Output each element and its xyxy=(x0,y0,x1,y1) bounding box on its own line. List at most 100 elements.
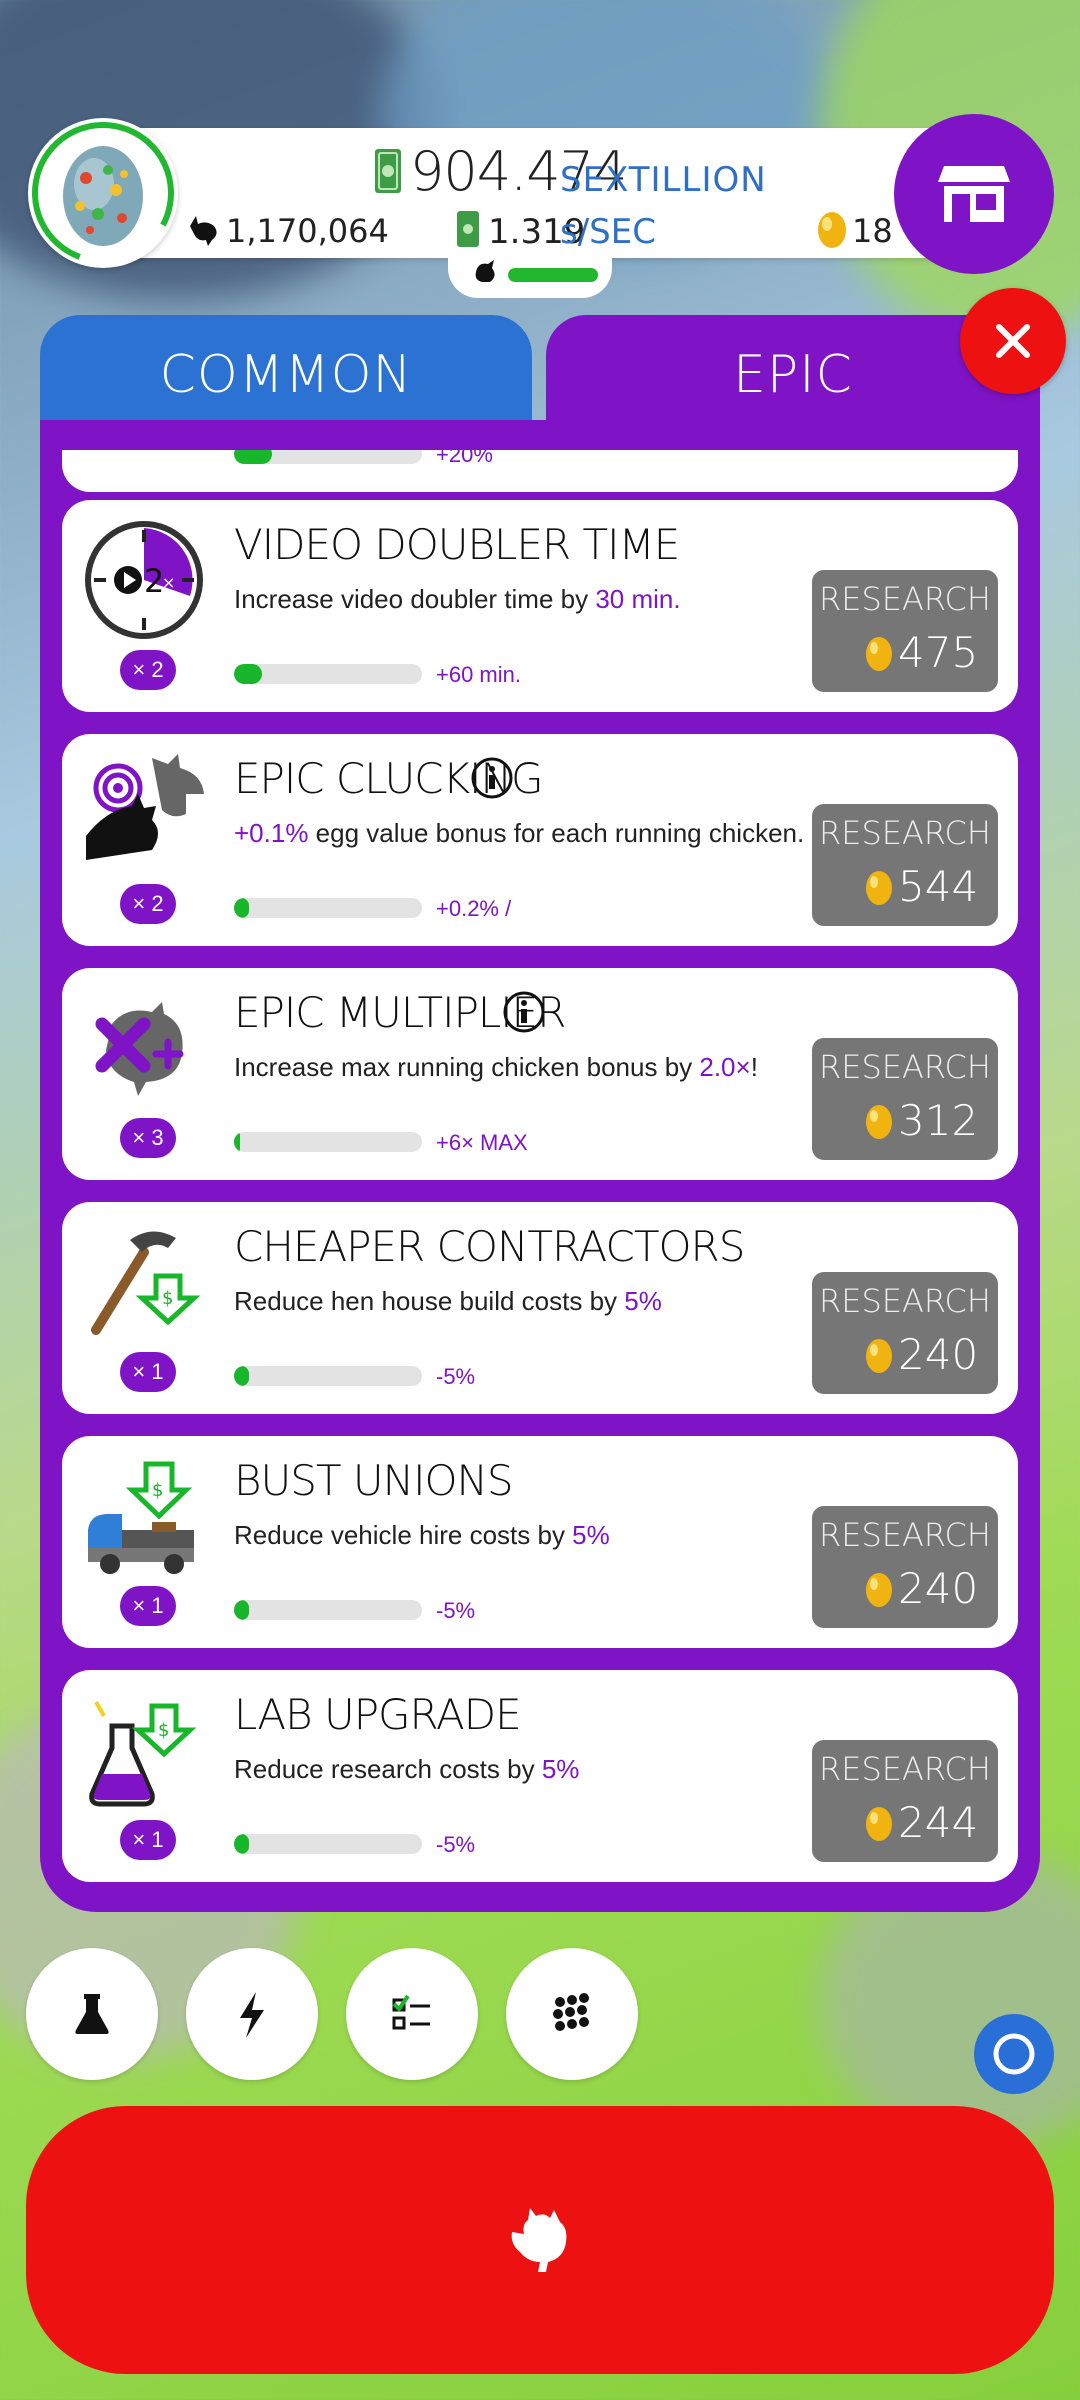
research-cost: 240 xyxy=(898,1330,979,1379)
menu-nav-button[interactable] xyxy=(506,1948,638,2080)
research-level: × 2 xyxy=(120,650,176,690)
golden-egg-icon xyxy=(866,1339,892,1373)
flask-icon xyxy=(75,1994,109,2034)
research-button[interactable]: RESEARCH 240 xyxy=(812,1506,998,1628)
research-description: +0.1% egg value bonus for each running c… xyxy=(234,818,805,848)
research-button-label: RESEARCH xyxy=(819,1516,991,1554)
chicken-icon xyxy=(190,216,217,246)
research-description: Increase video doubler time by 30 min. xyxy=(234,584,681,614)
research-cost: 544 xyxy=(898,862,979,911)
golden-egg-icon xyxy=(866,637,892,671)
golden-egg-icon xyxy=(818,212,846,248)
info-icon[interactable] xyxy=(502,990,546,1034)
lightning-icon xyxy=(240,1992,264,2038)
research-progress xyxy=(234,450,422,464)
research-button[interactable]: RESEARCH 312 xyxy=(812,1038,998,1160)
svg-text:$: $ xyxy=(152,1480,163,1501)
research-card-bust-unions: $ × 1 BUST UNIONS Reduce vehicle hire co… xyxy=(62,1436,1018,1648)
hatchery-progress xyxy=(448,250,612,298)
truck-discount-icon: $ xyxy=(82,1452,212,1582)
research-button[interactable]: RESEARCH 244 xyxy=(812,1740,998,1862)
research-button[interactable]: RESEARCH 544 xyxy=(812,804,998,926)
research-level: × 3 xyxy=(120,1118,176,1158)
missions-nav-button[interactable] xyxy=(346,1948,478,2080)
shop-button[interactable] xyxy=(894,114,1054,274)
research-progress xyxy=(234,664,422,684)
chicken-icon xyxy=(511,2208,567,2272)
research-card-epic-multiplier: × 3 EPIC MULTIPLIER Increase max running… xyxy=(62,968,1018,1180)
research-cost: 240 xyxy=(898,1564,979,1613)
egg-avatar[interactable] xyxy=(28,118,178,268)
chicken-multiplier-icon xyxy=(82,984,212,1114)
research-progress xyxy=(234,1834,422,1854)
svg-text:$: $ xyxy=(162,1288,173,1309)
research-progress xyxy=(234,1132,422,1152)
research-step: +6× MAX xyxy=(436,1130,528,1155)
research-title: VIDEO DOUBLER TIME xyxy=(234,520,680,569)
golden-egg-icon xyxy=(866,1573,892,1607)
research-button-label: RESEARCH xyxy=(819,1282,991,1320)
chicken-clucking-icon xyxy=(82,750,212,880)
epic-egg-icon xyxy=(32,122,174,264)
svg-text:$: $ xyxy=(158,1720,169,1741)
hammer-discount-icon: $ xyxy=(82,1218,212,1348)
cash-icon xyxy=(375,149,401,193)
close-icon xyxy=(996,324,1030,358)
research-card-video-doubler-time: 2 × × 2 VIDEO DOUBLER TIME Increase vide… xyxy=(62,500,1018,712)
research-title: BUST UNIONS xyxy=(234,1456,514,1505)
research-nav-button[interactable] xyxy=(26,1948,158,2080)
golden-egg-icon xyxy=(866,1105,892,1139)
circle-icon xyxy=(993,2033,1035,2075)
research-button-label: RESEARCH xyxy=(819,1048,991,1086)
research-description: Reduce hen house build costs by 5% xyxy=(234,1286,662,1316)
golden-egg-icon xyxy=(866,1807,892,1841)
earning-rate-unit: s/SEC xyxy=(560,212,656,252)
research-description: Increase max running chicken bonus by 2.… xyxy=(234,1052,758,1082)
research-level: × 1 xyxy=(120,1352,176,1392)
svg-text:×: × xyxy=(162,573,175,592)
golden-egg-count: 18 xyxy=(852,212,893,250)
money-unit: SEXTILLION xyxy=(560,160,767,200)
cash-rate-icon xyxy=(457,211,479,247)
research-cost: 312 xyxy=(898,1096,979,1145)
research-progress xyxy=(234,1600,422,1620)
research-button-label: RESEARCH xyxy=(819,580,991,618)
record-button[interactable] xyxy=(974,2014,1054,2094)
research-description: Reduce research costs by 5% xyxy=(234,1754,580,1784)
research-button-label: RESEARCH xyxy=(819,1750,991,1788)
info-icon[interactable] xyxy=(470,756,514,800)
research-card-lab-upgrade: $ × 1 LAB UPGRADE Reduce research costs … xyxy=(62,1670,1018,1882)
shop-icon xyxy=(938,166,1010,222)
research-cost: 244 xyxy=(898,1798,979,1847)
research-step: -5% xyxy=(436,1832,476,1857)
research-level: × 1 xyxy=(120,1820,176,1860)
research-list[interactable]: +20% 2 × × 2 VIDEO DOUBLER TIME Increase… xyxy=(62,450,1018,1900)
grid-icon xyxy=(553,1993,589,2031)
flask-discount-icon: $ xyxy=(82,1686,212,1816)
research-button[interactable]: RESEARCH 475 xyxy=(812,570,998,692)
research-step: -5% xyxy=(436,1598,476,1623)
research-panel: +20% 2 × × 2 VIDEO DOUBLER TIME Increase… xyxy=(40,420,1040,1912)
golden-egg-icon xyxy=(866,871,892,905)
hatch-chicken-button[interactable] xyxy=(26,2106,1054,2374)
research-cost: 475 xyxy=(898,628,979,677)
chick-icon xyxy=(475,260,495,282)
boosts-nav-button[interactable] xyxy=(186,1948,318,2080)
research-level: × 1 xyxy=(120,1586,176,1626)
research-level: × 2 xyxy=(120,884,176,924)
research-progress xyxy=(234,1366,422,1386)
research-button[interactable]: RESEARCH 240 xyxy=(812,1272,998,1394)
tab-common[interactable]: COMMON xyxy=(40,315,532,435)
research-step: +0.2% / xyxy=(436,896,512,921)
research-step: -5% xyxy=(436,1364,476,1389)
research-step: +20% xyxy=(436,450,493,467)
research-card-cheaper-contractors: $ × 1 CHEAPER CONTRACTORS Reduce hen hou… xyxy=(62,1202,1018,1414)
research-card-partial: +20% xyxy=(62,450,1018,492)
research-button-label: RESEARCH xyxy=(819,814,991,852)
stopwatch-icon: 2 × xyxy=(82,516,212,646)
close-button[interactable] xyxy=(960,288,1066,394)
hatchery-progress-fill xyxy=(508,268,598,282)
research-card-epic-clucking: × 2 EPIC CLUCKING +0.1% egg value bonus … xyxy=(62,734,1018,946)
chicken-count: 1,170,064 xyxy=(226,212,389,250)
research-title: CHEAPER CONTRACTORS xyxy=(234,1222,745,1271)
